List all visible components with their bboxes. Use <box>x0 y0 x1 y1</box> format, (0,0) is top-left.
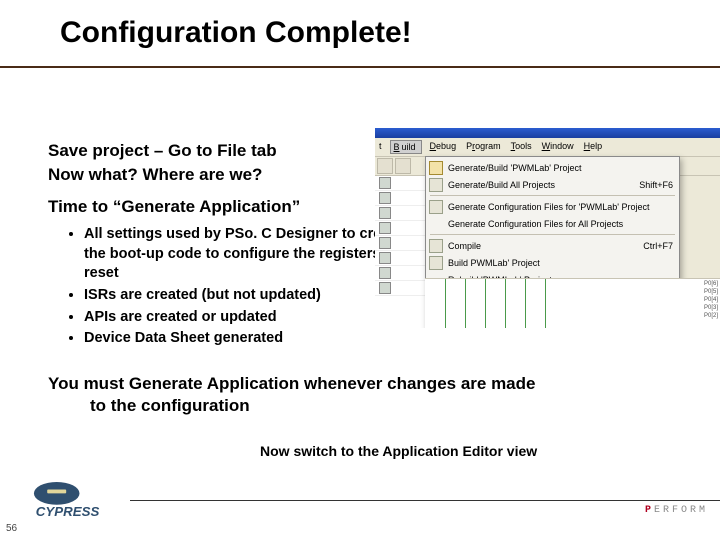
app-menubar: t Build Debug Program Tools Window Help <box>375 138 720 157</box>
pane-cell-icon <box>379 282 391 294</box>
cypress-logo: CYPRESS <box>32 480 127 520</box>
pane-cell-icon <box>379 267 391 279</box>
app-titlebar <box>375 128 720 138</box>
menu-item-build-project[interactable]: Build PWMLab' Project <box>426 254 679 271</box>
menu-item-label: Generate Configuration Files for All Pro… <box>444 219 673 229</box>
grid-vline <box>445 279 446 328</box>
compile-icon <box>428 239 444 253</box>
menu-item-generate-config-all[interactable]: Generate Configuration Files for All Pro… <box>426 215 679 232</box>
menu-item-accel: Ctrl+F7 <box>637 241 673 251</box>
body-line-1: Save project – Go to File tab <box>48 140 428 161</box>
menubar-item-build[interactable]: Build <box>390 140 422 154</box>
app-lower-pane: P0[6] P0[5] P0[4] P0[3] P0[2] <box>425 278 720 328</box>
port-label: P0[5] <box>704 289 718 295</box>
menu-separator <box>430 195 675 196</box>
menubar-item-label: uild <box>400 141 418 153</box>
body-line-2: Now what? Where are we? <box>48 165 428 185</box>
body-line-3: Time to “Generate Application” <box>48 197 428 217</box>
perform-text: ERFORM <box>654 505 708 516</box>
menu-item-generate-build-project[interactable]: Generate/Build 'PWMLab' Project <box>426 159 679 176</box>
grid-vline <box>545 279 546 328</box>
build-project-icon <box>428 256 444 270</box>
bullet-item: Device Data Sheet generated <box>84 329 428 349</box>
port-label: P0[2] <box>704 313 718 319</box>
pane-cell-icon <box>379 192 391 204</box>
conclusion-line-2: to the configuration <box>48 395 628 417</box>
conclusion-line-1: You must Generate Application whenever c… <box>48 374 535 393</box>
port-label: P0[3] <box>704 305 718 311</box>
menu-item-label: Generate Configuration Files for 'PWMLab… <box>444 202 673 212</box>
perform-tagline: PERFORM <box>645 505 708 516</box>
menubar-item[interactable]: Debug <box>428 140 459 154</box>
grid-vline <box>485 279 486 328</box>
menu-item-label: Generate/Build All Projects <box>444 180 633 190</box>
app-left-pane <box>375 176 426 328</box>
menu-separator <box>430 234 675 235</box>
toolbar-button[interactable] <box>395 158 411 174</box>
title-underline <box>0 66 720 68</box>
gen-config-icon <box>428 200 444 214</box>
menubar-item[interactable]: Help <box>582 140 605 154</box>
grid-vline <box>505 279 506 328</box>
menu-item-label: Generate/Build 'PWMLab' Project <box>444 163 667 173</box>
pane-cell-icon <box>379 252 391 264</box>
build-all-icon <box>428 178 444 192</box>
menubar-item[interactable]: Tools <box>509 140 534 154</box>
slide-body: Save project – Go to File tab Now what? … <box>48 140 428 351</box>
pane-cell-icon <box>379 207 391 219</box>
pane-cell-icon <box>379 237 391 249</box>
conclusion-text: You must Generate Application whenever c… <box>48 373 628 417</box>
menubar-item[interactable]: Program <box>464 140 503 154</box>
slide-title: Configuration Complete! <box>60 16 412 50</box>
pane-cell-icon <box>379 177 391 189</box>
menu-item-generate-build-all[interactable]: Generate/Build All Projects Shift+F6 <box>426 176 679 193</box>
grid-vline <box>465 279 466 328</box>
pane-cell-icon <box>379 222 391 234</box>
logo-text: CYPRESS <box>36 504 100 519</box>
build-icon <box>428 161 444 175</box>
page-number: 56 <box>6 523 17 534</box>
switch-note: Now switch to the Application Editor vie… <box>260 443 537 459</box>
app-screenshot: t Build Debug Program Tools Window Help <box>375 128 720 328</box>
menubar-item[interactable]: t <box>377 140 384 154</box>
footer-divider <box>130 500 720 501</box>
menu-item-label: Compile <box>444 241 637 251</box>
grid-vline <box>525 279 526 328</box>
toolbar-button[interactable] <box>377 158 393 174</box>
menu-item-label: Build PWMLab' Project <box>444 258 673 268</box>
menu-item-generate-config-project[interactable]: Generate Configuration Files for 'PWMLab… <box>426 198 679 215</box>
slide-footer: CYPRESS PERFORM <box>0 480 720 540</box>
port-label: P0[6] <box>704 281 718 287</box>
menubar-item[interactable]: Window <box>540 140 576 154</box>
menu-item-accel: Shift+F6 <box>633 180 673 190</box>
port-label: P0[4] <box>704 297 718 303</box>
menu-item-compile[interactable]: Compile Ctrl+F7 <box>426 237 679 254</box>
